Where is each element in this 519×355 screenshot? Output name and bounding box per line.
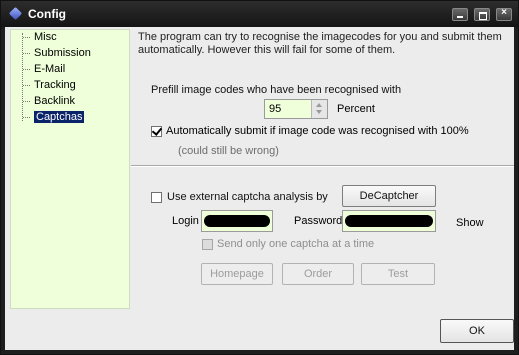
- external-analysis-checkbox[interactable]: [151, 192, 162, 203]
- tree-item-label: Submission: [34, 47, 91, 59]
- tree-item-captchas[interactable]: Captchas: [21, 110, 86, 124]
- close-icon: ×: [501, 7, 507, 18]
- auto-submit-label[interactable]: Automatically submit if image code was r…: [166, 125, 469, 137]
- title-bar[interactable]: Config ×: [1, 1, 518, 27]
- tree-branch: [23, 52, 30, 54]
- tree-branch: [23, 116, 30, 118]
- order-button[interactable]: Order: [282, 263, 354, 285]
- login-field[interactable]: [201, 210, 273, 232]
- tree-branch: [23, 36, 30, 38]
- one-at-a-time-checkbox[interactable]: [202, 239, 213, 250]
- tree-branch: [23, 84, 30, 86]
- window-title: Config: [28, 7, 66, 21]
- decaptcher-button[interactable]: DeCaptcher: [342, 185, 436, 207]
- prefill-label: Prefill image codes who have been recogn…: [151, 84, 402, 96]
- tree-item-label: Backlink: [34, 95, 75, 107]
- password-field[interactable]: [342, 210, 436, 232]
- close-button[interactable]: ×: [496, 7, 512, 21]
- app-icon: [8, 6, 23, 21]
- spinner-buttons[interactable]: [311, 100, 327, 118]
- test-button[interactable]: Test: [361, 263, 435, 285]
- minimize-icon: [457, 16, 463, 18]
- auto-submit-checkbox[interactable]: [151, 126, 162, 137]
- spin-down-icon[interactable]: [316, 110, 322, 114]
- config-window: Config × Misc Submission E-Mail Tracking…: [0, 0, 519, 355]
- tree-item-label: Captchas: [34, 111, 85, 123]
- tree-branch: [23, 68, 30, 70]
- spin-up-icon[interactable]: [316, 103, 322, 107]
- show-password-link[interactable]: Show: [456, 217, 484, 229]
- tree-item-submission[interactable]: Submission: [21, 46, 93, 60]
- homepage-button[interactable]: Homepage: [201, 263, 273, 285]
- maximize-button[interactable]: [474, 8, 490, 21]
- ok-button[interactable]: OK: [440, 319, 514, 343]
- tree-item-label: E-Mail: [34, 63, 66, 75]
- tree-item-backlink[interactable]: Backlink: [21, 94, 77, 108]
- tree-item-misc[interactable]: Misc: [21, 30, 59, 44]
- captcha-intro-text: The program can try to recognise the ima…: [138, 31, 502, 56]
- tree-item-label: Tracking: [34, 79, 76, 91]
- redacted-value: [204, 215, 270, 227]
- maximize-icon: [479, 12, 487, 20]
- login-label: Login: [172, 215, 199, 227]
- redacted-value: [345, 215, 433, 227]
- minimize-button[interactable]: [452, 8, 468, 21]
- prefill-percent-spinner[interactable]: 95: [264, 99, 328, 119]
- one-at-a-time-label: Send only one captcha at a time: [217, 238, 375, 250]
- category-tree: Misc Submission E-Mail Tracking Backlink…: [10, 29, 130, 309]
- external-analysis-label[interactable]: Use external captcha analysis by: [167, 191, 328, 203]
- tree-branch: [23, 100, 30, 102]
- auto-submit-hint: (could still be wrong): [178, 145, 279, 157]
- prefill-percent-value[interactable]: 95: [269, 103, 281, 115]
- percent-label: Percent: [337, 103, 375, 115]
- tree-item-label: Misc: [34, 31, 57, 43]
- password-label: Password: [294, 215, 343, 227]
- section-divider: [131, 165, 514, 167]
- tree-item-email[interactable]: E-Mail: [21, 62, 67, 76]
- tree-item-tracking[interactable]: Tracking: [21, 78, 78, 92]
- dialog-client-area: Misc Submission E-Mail Tracking Backlink…: [5, 27, 514, 350]
